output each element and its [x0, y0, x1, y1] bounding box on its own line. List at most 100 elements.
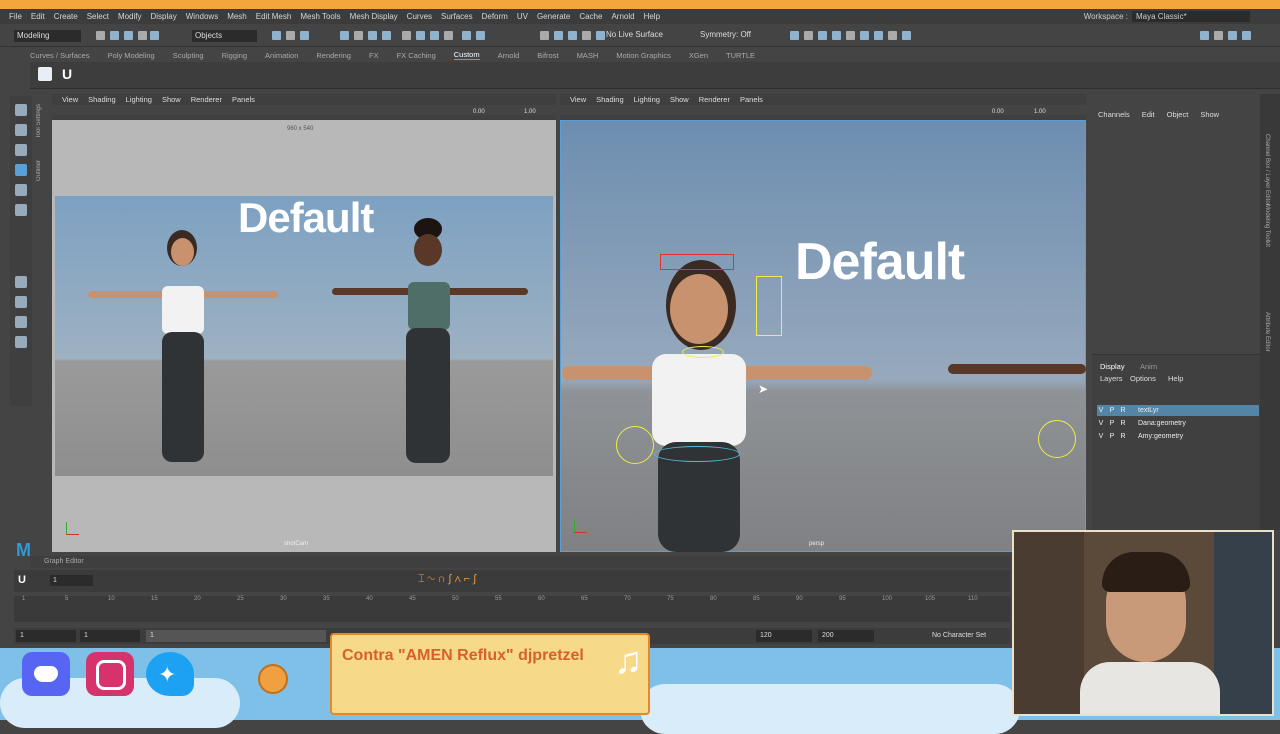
viewport-menu-renderer[interactable]: Renderer: [699, 95, 730, 104]
menu-edit[interactable]: Edit: [31, 12, 45, 21]
menu-edit-mesh[interactable]: Edit Mesh: [256, 12, 292, 21]
toolbar-icon[interactable]: [818, 31, 827, 40]
channel-menu-show[interactable]: Show: [1200, 110, 1219, 119]
lasso-tool-icon[interactable]: [15, 124, 27, 136]
viewport-menu-view[interactable]: View: [62, 95, 78, 104]
viewport-menu-lighting[interactable]: Lighting: [634, 95, 660, 104]
tab-anim[interactable]: Anim: [1140, 362, 1157, 371]
tab-attribute-editor[interactable]: Attribute Editor: [1264, 312, 1270, 352]
viewport-menu-renderer[interactable]: Renderer: [191, 95, 222, 104]
toolbar-icon[interactable]: [150, 31, 159, 40]
move-tool-icon[interactable]: [15, 164, 27, 176]
toolbar-icon[interactable]: [846, 31, 855, 40]
toolbar-icon[interactable]: [476, 31, 485, 40]
shelf-tab-curves-surfaces[interactable]: Curves / Surfaces: [30, 51, 90, 60]
character-amy-rigged[interactable]: [948, 350, 1086, 458]
viewport-menu-view[interactable]: View: [570, 95, 586, 104]
tab-modeling-toolkit[interactable]: Modeling Toolkit: [1264, 204, 1270, 247]
shelf-tab-motion-graphics[interactable]: Motion Graphics: [616, 51, 671, 60]
toolbar-icon[interactable]: [444, 31, 453, 40]
toolbar-icon[interactable]: [138, 31, 147, 40]
toolbar-icon[interactable]: [368, 31, 377, 40]
layout-four-icon[interactable]: [15, 296, 27, 308]
toolbar-icon[interactable]: [286, 31, 295, 40]
toolbar-icon[interactable]: [582, 31, 591, 40]
shelf-tab-bifrost[interactable]: Bifrost: [537, 51, 558, 60]
shelf-tab-xgen[interactable]: XGen: [689, 51, 708, 60]
toolbar-icon[interactable]: [110, 31, 119, 40]
shelf-tab-rendering[interactable]: Rendering: [316, 51, 351, 60]
viewport-field-2[interactable]: 1.00: [524, 109, 536, 115]
select-tool-icon[interactable]: [15, 104, 27, 116]
layer-toggle-r[interactable]: R: [1119, 420, 1127, 427]
live-surface-label[interactable]: No Live Surface: [606, 30, 663, 39]
tangent-icons[interactable]: ⌶ ∿ ∩ ∫ ∧ ⌐ ∫: [418, 573, 476, 586]
graph-editor-bar[interactable]: Graph Editor: [30, 556, 1010, 568]
viewport-menu-show[interactable]: Show: [162, 95, 181, 104]
toolbar-icon[interactable]: [96, 31, 105, 40]
anim-start-field[interactable]: 1: [80, 630, 140, 642]
workspace-selector[interactable]: Workspace : Maya Classic*: [1084, 11, 1250, 22]
character-dana-rigged[interactable]: [562, 250, 882, 552]
toolbar-icon[interactable]: [568, 31, 577, 40]
layout-two-icon[interactable]: [15, 316, 27, 328]
toolbar-icon[interactable]: [1242, 31, 1251, 40]
playback-range-bar[interactable]: 1: [146, 630, 326, 642]
toolbar-icon[interactable]: [874, 31, 883, 40]
shelf-tab-turtle[interactable]: TURTLE: [726, 51, 755, 60]
shelf-tab-rigging[interactable]: Rigging: [222, 51, 247, 60]
shelf-tab-fx-caching[interactable]: FX Caching: [397, 51, 436, 60]
viewport-menu-show[interactable]: Show: [670, 95, 689, 104]
toolbar-icon[interactable]: [554, 31, 563, 40]
shelf-u-icon[interactable]: U: [62, 66, 72, 82]
options-menu[interactable]: Options: [1130, 374, 1156, 383]
tool-settings-tab[interactable]: Tool Settings: [36, 104, 46, 138]
layer-toggle-p[interactable]: P: [1108, 407, 1116, 414]
toolbar-icon[interactable]: [300, 31, 309, 40]
menu-set-dropdown[interactable]: Modeling: [14, 30, 81, 42]
menu-windows[interactable]: Windows: [186, 12, 218, 21]
channel-menu-edit[interactable]: Edit: [1142, 110, 1155, 119]
menu-help[interactable]: Help: [644, 12, 660, 21]
menu-cache[interactable]: Cache: [579, 12, 602, 21]
toolbar-icon[interactable]: [430, 31, 439, 40]
shelf-tab-fx[interactable]: FX: [369, 51, 379, 60]
tab-channel-box[interactable]: Channel Box / Layer Editor: [1264, 134, 1270, 206]
menu-modify[interactable]: Modify: [118, 12, 142, 21]
viewport-menu-shading[interactable]: Shading: [596, 95, 624, 104]
shelf-cube-icon[interactable]: [38, 67, 52, 81]
menu-display[interactable]: Display: [151, 12, 177, 21]
shelf-tab-arnold[interactable]: Arnold: [498, 51, 520, 60]
selection-mask-dropdown[interactable]: Objects: [192, 30, 257, 42]
toolbar-icon[interactable]: [1214, 31, 1223, 40]
tab-display[interactable]: Display: [1100, 362, 1125, 371]
u-icon[interactable]: U: [18, 574, 26, 586]
toolbar-icon[interactable]: [272, 31, 281, 40]
menu-select[interactable]: Select: [87, 12, 109, 21]
shelf-tab-sculpting[interactable]: Sculpting: [173, 51, 204, 60]
layer-row[interactable]: V P R Amy:geometry: [1097, 431, 1259, 442]
channel-menu-channels[interactable]: Channels: [1098, 110, 1130, 119]
layer-row[interactable]: V P R Dana:geometry: [1097, 418, 1259, 429]
outliner-layout-icon[interactable]: [15, 336, 27, 348]
toolbar-icon[interactable]: [832, 31, 841, 40]
character-set-dropdown[interactable]: No Character Set: [932, 632, 986, 639]
layer-toggle-v[interactable]: V: [1097, 407, 1105, 414]
toolbar-icon[interactable]: [902, 31, 911, 40]
toolbar-icon[interactable]: [540, 31, 549, 40]
viewport-menu-shading[interactable]: Shading: [88, 95, 116, 104]
time-slider[interactable]: 1 5 10 15 20 25 30 35 40 45 50 55 60 65 70 75 80 85 90 95 10…: [14, 596, 1010, 622]
viewport-menu-panels[interactable]: Panels: [740, 95, 763, 104]
menu-file[interactable]: File: [9, 12, 22, 21]
outliner-tab[interactable]: Outliner: [36, 160, 46, 181]
playback-end-field[interactable]: 120: [756, 630, 812, 642]
layer-toggle-p[interactable]: P: [1108, 433, 1116, 440]
layer-toggle-p[interactable]: P: [1108, 420, 1116, 427]
layer-toggle-r[interactable]: R: [1119, 433, 1127, 440]
shelf-tab-mash[interactable]: MASH: [577, 51, 599, 60]
toolbar-icon[interactable]: [860, 31, 869, 40]
anim-end-field[interactable]: 200: [818, 630, 874, 642]
menu-deform[interactable]: Deform: [482, 12, 508, 21]
menu-generate[interactable]: Generate: [537, 12, 570, 21]
frame-field[interactable]: 1: [50, 575, 93, 586]
